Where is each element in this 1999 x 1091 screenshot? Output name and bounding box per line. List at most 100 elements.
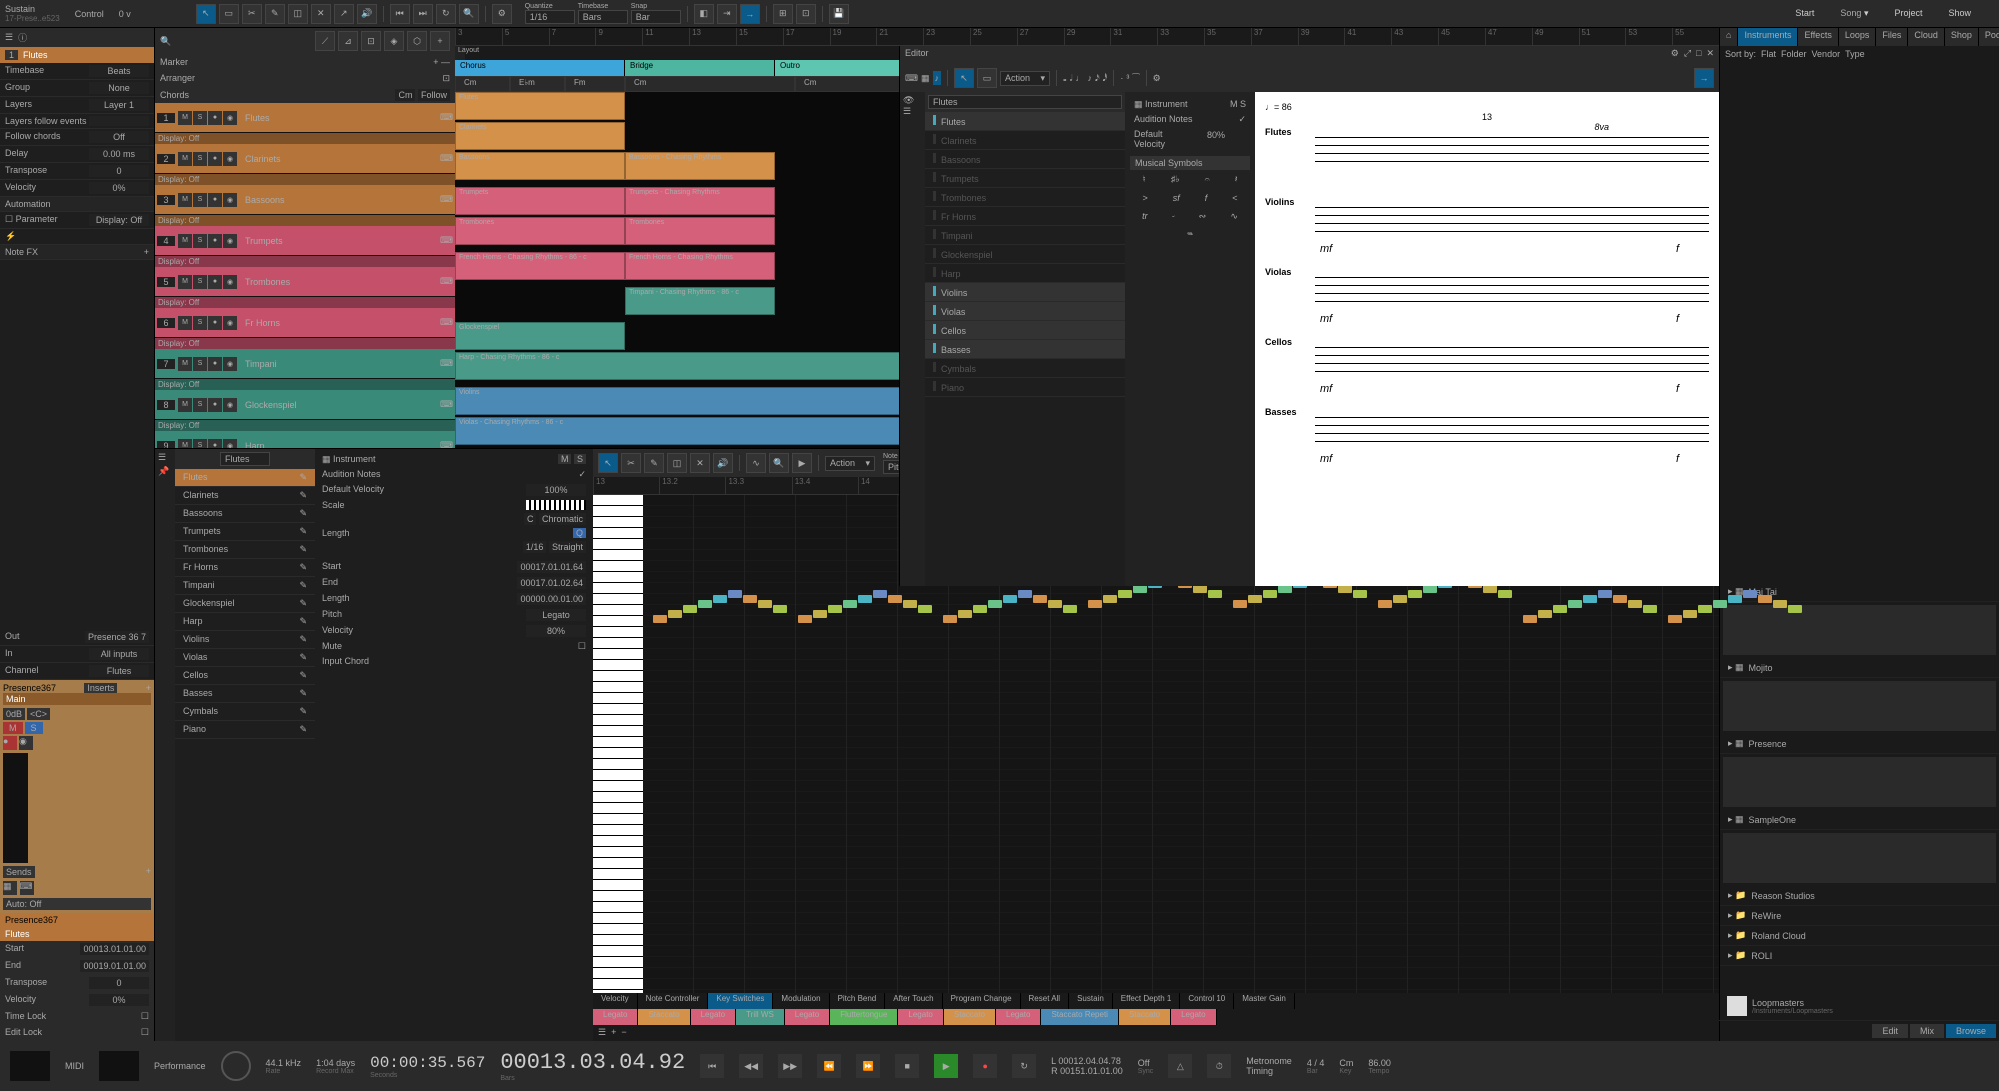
editor-pin-icon[interactable]: 📌 — [158, 466, 172, 477]
browser-tab-cloud[interactable]: Cloud — [1908, 28, 1945, 46]
score-track-fr horns[interactable]: Fr Horns — [925, 207, 1125, 226]
midi-note[interactable] — [1538, 610, 1552, 618]
midi-note[interactable] — [1643, 605, 1657, 613]
staff-violas[interactable]: Violasmff — [1265, 262, 1709, 327]
sym-keysig[interactable]: ♯♭ — [1171, 174, 1180, 185]
browser-item-roland-cloud[interactable]: ▸ 📁Roland Cloud — [1720, 926, 1999, 946]
scale-key[interactable]: C — [524, 513, 537, 525]
lane-tab-key-switches[interactable]: Key Switches — [708, 993, 773, 1009]
clip[interactable]: Trombones — [455, 217, 625, 245]
track-solo[interactable]: S — [193, 357, 207, 371]
midi-note[interactable] — [1033, 595, 1047, 603]
score-track-clarinets[interactable]: Clarinets — [925, 131, 1125, 150]
inspector-track-header[interactable]: 1 Flutes — [0, 47, 154, 63]
clip[interactable]: Bassoons - Chasing Rhythms — [625, 152, 775, 180]
track-rec[interactable]: ● — [208, 234, 222, 248]
sort-flat[interactable]: Flat — [1761, 49, 1776, 59]
midi-note[interactable] — [858, 595, 872, 603]
track-mute[interactable]: M — [178, 316, 192, 330]
note-whole-icon[interactable]: 𝅝 — [1063, 73, 1067, 84]
midi-note[interactable] — [1003, 595, 1017, 603]
midi-note[interactable] — [743, 595, 757, 603]
browser-tab-pool[interactable]: Pool — [1979, 28, 1999, 46]
rewind-btn-2[interactable]: ◀◀ — [739, 1054, 763, 1078]
edit-icon[interactable]: ✎ — [299, 706, 307, 717]
lane-tab-control-10[interactable]: Control 10 — [1180, 993, 1234, 1009]
edit-lock-toggle[interactable]: ☐ — [141, 1027, 149, 1038]
insp-delay[interactable]: 0.00 ms — [89, 148, 149, 160]
tempo[interactable]: 86.00 — [1368, 1058, 1391, 1068]
midi-note[interactable] — [1263, 590, 1277, 598]
song-key[interactable]: Cm — [1339, 1058, 1353, 1068]
track-display[interactable]: Display: Off — [155, 133, 455, 144]
midi-note[interactable] — [1498, 590, 1512, 598]
record-btn-2[interactable]: ● — [973, 1054, 997, 1078]
track-mon[interactable]: ◉ — [223, 234, 237, 248]
browser-item-mojito[interactable]: ▸ ▦Mojito — [1720, 658, 1999, 678]
show-menu[interactable]: Show — [1940, 6, 1979, 21]
control-dropdown[interactable]: Control — [75, 9, 104, 19]
track-instrument-icon[interactable]: ⌨ — [440, 317, 453, 328]
track-display[interactable]: Display: Off — [155, 420, 455, 431]
loop-end[interactable]: 00151.01.01.00 — [1060, 1066, 1123, 1076]
lane-tab-effect-depth-1[interactable]: Effect Depth 1 — [1113, 993, 1181, 1009]
midi-note[interactable] — [1668, 615, 1682, 623]
track-instrument-icon[interactable]: ⌨ — [440, 194, 453, 205]
track-solo[interactable]: S — [193, 275, 207, 289]
score-action[interactable]: Action ▾ — [1000, 71, 1050, 86]
arranger-play-icon[interactable]: ⊡ — [442, 73, 450, 84]
browser-tab-loops[interactable]: Loops — [1839, 28, 1877, 46]
sym-pedal[interactable]: 𝆮 — [1187, 230, 1193, 241]
lane-tab-pitch-bend[interactable]: Pitch Bend — [830, 993, 886, 1009]
edit-icon[interactable]: ✎ — [299, 526, 307, 537]
rtz-btn[interactable]: ⏮ — [700, 1054, 724, 1078]
pan-display[interactable]: <C> — [27, 708, 50, 720]
length-mode[interactable]: Straight — [549, 541, 586, 553]
editor-paint-tool[interactable]: ✎ — [644, 453, 664, 473]
editor-track-violins[interactable]: Violins✎ — [175, 631, 315, 649]
chord-cell[interactable]: Cm — [455, 76, 510, 92]
display-off-dropdown[interactable]: Display: Off — [89, 214, 149, 226]
midi-note[interactable] — [1483, 585, 1497, 593]
track-rec[interactable]: ● — [208, 316, 222, 330]
note-quarter-icon[interactable]: ♩ — [1075, 73, 1084, 83]
default-velocity[interactable]: 100% — [526, 484, 586, 496]
track-rec[interactable]: ● — [208, 398, 222, 412]
chord-cell[interactable]: E♭m — [510, 76, 565, 92]
staff-flutes[interactable]: Flutes8va — [1265, 122, 1709, 187]
keyswitch-staccato[interactable]: Staccato — [944, 1009, 996, 1025]
midi-note[interactable] — [988, 600, 1002, 608]
add-send-icon[interactable]: + — [146, 866, 151, 878]
edit-icon[interactable]: ✎ — [299, 616, 307, 627]
keyswitch-fluttertongue[interactable]: Fluttertongue — [830, 1009, 898, 1025]
insp-velocity[interactable]: 0% — [89, 182, 149, 194]
note-start[interactable]: 00017.01.01.64 — [517, 561, 586, 573]
event-velocity[interactable]: 0% — [89, 994, 149, 1006]
curve-tool-2[interactable]: ⊿ — [338, 31, 358, 51]
midi-note[interactable] — [813, 610, 827, 618]
midi-note[interactable] — [1103, 595, 1117, 603]
mute-tool[interactable]: ✕ — [311, 4, 331, 24]
score-track-piano[interactable]: Piano — [925, 378, 1125, 397]
lane-menu-icon[interactable]: ☰ — [598, 1027, 606, 1039]
vst-icon[interactable]: ▦ — [3, 881, 17, 895]
score-close-icon[interactable]: ✕ — [1706, 48, 1714, 59]
keyswitch-trill ws[interactable]: Trill WS — [736, 1009, 785, 1025]
erase-tool[interactable]: ◫ — [288, 4, 308, 24]
browser-item-roli[interactable]: ▸ 📁ROLI — [1720, 946, 1999, 966]
editor-mute-tool[interactable]: ✕ — [690, 453, 710, 473]
score-track-glockenspiel[interactable]: Glockenspiel — [925, 245, 1125, 264]
browser-tab-effects[interactable]: Effects — [1798, 28, 1838, 46]
score-undock-icon[interactable]: ⤢ — [1684, 48, 1691, 59]
clip[interactable]: Flutes — [455, 92, 625, 120]
editor-track-harp[interactable]: Harp✎ — [175, 613, 315, 631]
track-solo[interactable]: S — [193, 398, 207, 412]
browser-tab-files[interactable]: Files — [1876, 28, 1908, 46]
project-menu[interactable]: Project — [1886, 6, 1930, 21]
info-icon[interactable]: ⓘ — [18, 31, 27, 44]
insp-timebase[interactable]: Beats — [89, 65, 149, 77]
track-rec[interactable]: ● — [208, 275, 222, 289]
time-sig[interactable]: 4 / 4 — [1307, 1058, 1325, 1068]
add-icon[interactable]: + — [144, 247, 149, 257]
edit-icon[interactable]: ✎ — [299, 598, 307, 609]
